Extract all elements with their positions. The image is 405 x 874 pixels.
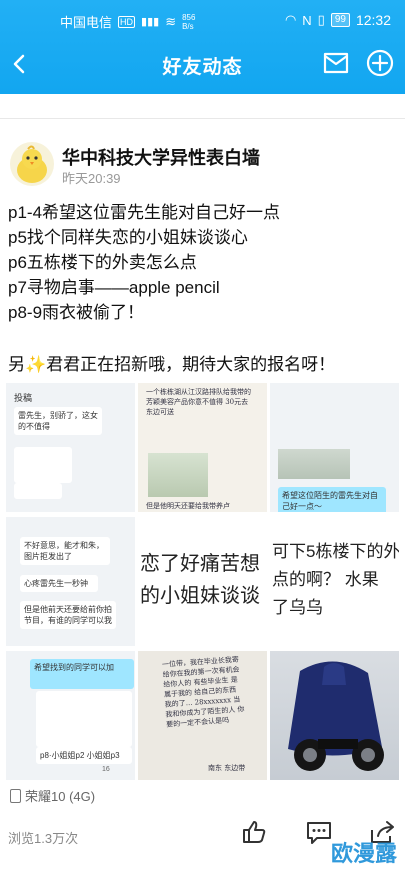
divider xyxy=(0,118,405,119)
large-text-line: 点的啊？ 水果 xyxy=(272,570,379,589)
status-right: ◠ N ▯ 99 12:32 xyxy=(285,12,391,28)
chat-bubble: 不好意思，能才和朱，图片拒发出了 xyxy=(20,537,110,565)
handwritten-caption: 但是他明天还要给我带养卢 xyxy=(146,502,230,510)
large-text-line: 可下5栋楼下的外 xyxy=(272,542,399,561)
chat-bubble xyxy=(14,447,72,483)
messages-icon[interactable] xyxy=(321,48,351,78)
device-info: 荣耀10 (4G) xyxy=(10,786,95,805)
handwritten-text: 一位带，我在毕业长我寄给你在我的第一次有机会 给你人的 有些毕业生 是属于我的 … xyxy=(161,655,245,729)
watermark: 欧漫露 xyxy=(330,841,397,866)
signal-icon: ▮▮▮ xyxy=(141,16,160,28)
photo-thumb xyxy=(148,453,208,497)
chat-bubble xyxy=(14,483,62,499)
thumbs-up-icon[interactable] xyxy=(240,818,268,846)
like-count: 16 xyxy=(102,766,110,773)
large-text-line: 的小姐妹谈谈 xyxy=(140,585,260,607)
vibrate-icon: ▯ xyxy=(317,12,325,27)
raincoat-scooter-photo xyxy=(288,661,384,771)
hd-badge: HD xyxy=(118,15,136,28)
image-tile[interactable]: 可下5栋楼下的外 点的啊？ 水果 了乌乌 xyxy=(270,517,399,646)
handwritten-text: 一个栋栋湖从江汉路排队给我带的 芳颖美容产品你意不值得 30元去 东边可送 xyxy=(146,388,251,416)
chat-bubble: 但是他前天还要给前你拍节目，有谁的同学可以我 xyxy=(20,601,116,629)
nfc-icon: N xyxy=(302,12,312,28)
view-count: 浏览1.3万次 xyxy=(8,831,79,846)
battery-indicator: 99 xyxy=(330,13,350,27)
chat-bubble: 心疼雷先生一秒钟 xyxy=(20,575,98,592)
image-tile[interactable]: 一位带，我在毕业长我寄给你在我的第一次有机会 给你人的 有些毕业生 是属于我的 … xyxy=(138,651,267,780)
clock: 12:32 xyxy=(355,12,391,28)
app-header: 中国电信 HD ▮▮▮ ≋ 856 B/s ◠ N ▯ 99 12:32 好友动… xyxy=(0,0,405,94)
add-circle-icon[interactable] xyxy=(365,48,395,78)
title-bar: 好友动态 xyxy=(0,40,405,90)
image-tile[interactable]: 希望这位陌生的雷先生对自己好一点～ xyxy=(270,383,399,512)
device-label: 荣耀10 (4G) xyxy=(25,789,96,804)
chat-bubble: p8·小姐姐p2 小姐姐p3 xyxy=(36,747,132,764)
author-avatar[interactable] xyxy=(10,142,54,186)
chat-bubble xyxy=(36,691,132,747)
post-content: p1-4希望这位雷先生能对自己好一点 p5找个同样失恋的小姐妹谈谈心 p6五栋楼… xyxy=(8,200,398,325)
content-line: p6五栋楼下的外卖怎么点 xyxy=(8,253,197,272)
chat-bubble: 希望找到的同学可以加 xyxy=(30,659,134,689)
post-time: 昨天20:39 xyxy=(62,171,121,186)
photo-thumb xyxy=(278,449,350,479)
author-name[interactable]: 华中科技大学异性表白墙 xyxy=(62,144,260,170)
image-grid: 投稿 雷先生，别骄了，这女的不值得 一个栋栋湖从江汉路排队给我带的 芳颖美容产品… xyxy=(6,383,399,781)
image-tile[interactable]: 投稿 雷先生，别骄了，这女的不值得 xyxy=(6,383,135,512)
post-note: 另✨君君正在招新哦，期待大家的报名呀！ xyxy=(8,355,336,374)
carrier-label: 中国电信 xyxy=(60,15,113,30)
content-line: p8-9雨衣被偷了！ xyxy=(8,303,145,322)
tile-title: 投稿 xyxy=(14,393,33,403)
chat-bubble: 希望这位陌生的雷先生对自己好一点～ xyxy=(278,487,386,512)
image-tile[interactable]: 不好意思，能才和朱，图片拒发出了 心疼雷先生一秒钟 但是他前天还要给前你拍节目，… xyxy=(6,517,135,646)
headphone-icon: ◠ xyxy=(284,12,297,27)
image-tile[interactable]: 希望找到的同学可以加 p8·小姐姐p2 小姐姐p3 16 xyxy=(6,651,135,780)
comment-icon[interactable] xyxy=(305,818,333,846)
image-tile[interactable]: 一个栋栋湖从江汉路排队给我带的 芳颖美容产品你意不值得 30元去 东边可送 但是… xyxy=(138,383,267,512)
handwritten-caption: 南东 东边带 xyxy=(208,764,246,772)
image-tile[interactable]: 恋了好痛苦想 的小姐妹谈谈 xyxy=(138,517,267,646)
network-speed: 856 B/s xyxy=(182,12,196,31)
chat-bubble: 雷先生，别骄了，这女的不值得 xyxy=(14,407,102,435)
large-text-line: 了乌乌 xyxy=(272,598,323,617)
content-line: p5找个同样失恋的小姐妹谈谈心 xyxy=(8,228,248,247)
status-left: 中国电信 HD ▮▮▮ ≋ 856 B/s xyxy=(60,12,195,31)
wifi-icon: ≋ xyxy=(165,13,177,29)
content-line: p7寻物启事——apple pencil xyxy=(8,278,220,297)
phone-icon xyxy=(10,788,21,803)
status-bar: 中国电信 HD ▮▮▮ ≋ 856 B/s ◠ N ▯ 99 12:32 xyxy=(0,0,405,40)
chick-avatar-icon xyxy=(17,145,47,183)
large-text-line: 恋了好痛苦想 xyxy=(140,553,260,575)
content-line: p1-4希望这位雷先生能对自己好一点 xyxy=(8,203,281,222)
image-tile[interactable] xyxy=(270,651,399,780)
